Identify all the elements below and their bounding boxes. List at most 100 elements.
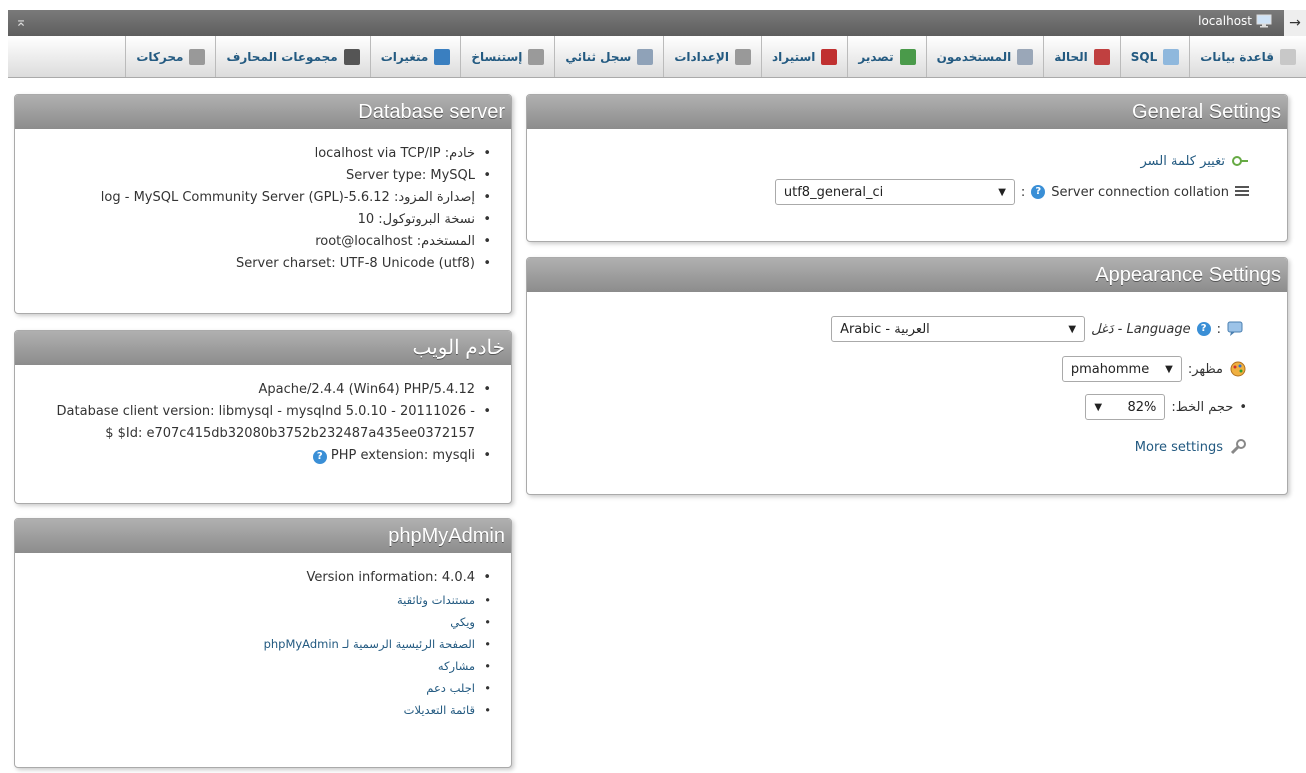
import-icon [821, 48, 838, 65]
tab-label: محركات [136, 49, 184, 64]
tab-label: متغيرات [380, 49, 429, 64]
theme-label: مظهر: [1187, 361, 1223, 377]
version-information: Version information: 4.0.4 [29, 567, 497, 589]
language-label: Language - دَغل [1091, 321, 1191, 337]
tab-database[interactable]: قاعدة بيانات [1189, 36, 1306, 77]
chevron-down-icon: ▼ [1068, 323, 1077, 335]
colon-separator: : [1216, 321, 1221, 337]
list-icon [1235, 186, 1249, 198]
colon-separator: : [1020, 184, 1026, 200]
language-select[interactable]: Arabic - العربية ▼ [831, 316, 1086, 342]
key-icon [1232, 156, 1248, 166]
top-bar: ⌅ localhost → [8, 10, 1306, 36]
monitor-icon [1256, 14, 1272, 28]
engines-icon [189, 48, 206, 65]
chevron-down-icon: ▼ [1094, 401, 1103, 413]
theme-row: مظهر: pmahomme ▼ [1061, 356, 1247, 382]
status-icon [1093, 48, 1110, 65]
chevron-down-icon: ▼ [1165, 363, 1173, 375]
tab-replication[interactable]: إستنساخ [460, 36, 554, 77]
contribute-link[interactable]: مشاركه [29, 655, 497, 677]
general-settings-panel: General Settings تغيير كلمة السر Server … [526, 94, 1288, 242]
database-server-list: خادم: localhost via TCP/IP Server type: … [15, 129, 511, 275]
collation-value: utf8_general_ci [783, 184, 884, 200]
help-icon[interactable]: ? [1031, 185, 1046, 199]
navigation-arrow-icon[interactable]: → [1284, 10, 1306, 36]
appearance-settings-title: Appearance Settings [527, 258, 1287, 292]
tab-label: الحالة [1054, 49, 1088, 64]
collapse-icon[interactable]: ⌅ [12, 13, 30, 31]
phpmyadmin-panel: phpMyAdmin Version information: 4.0.4 مس… [14, 518, 512, 768]
tab-engines[interactable]: محركات [125, 36, 215, 77]
web-server-panel: خادم الويب Apache/2.4.4 (Win64) PHP/5.4.… [14, 330, 512, 504]
language-icon [1227, 321, 1243, 336]
theme-select[interactable]: pmahomme ▼ [1061, 356, 1182, 382]
export-icon [899, 48, 916, 65]
tab-label: سجل ثنائي [565, 49, 632, 64]
tab-label: الإعدادات [674, 49, 729, 64]
server-version: إصدارة المزود: 5.6.12-log - MySQL Commun… [29, 187, 497, 209]
tab-label: إستنساخ [471, 49, 523, 64]
php-extension: PHP extension: mysqli ? [29, 445, 497, 467]
change-password-link[interactable]: تغيير كلمة السر [1141, 154, 1226, 169]
collation-row: Server connection collation ? : utf8_gen… [774, 179, 1249, 205]
support-link[interactable]: اجلب دعم [29, 677, 497, 699]
db-client-version: Database client version: libmysql - mysq… [29, 401, 497, 445]
homepage-link[interactable]: الصفحة الرئيسية الرسمية لـ phpMyAdmin [29, 633, 497, 655]
font-size-row: • حجم الخط: ▼ 82% [1085, 394, 1247, 420]
documentation-link[interactable]: مستندات وثائقية [29, 589, 497, 611]
server-user: المستخدم: root@localhost [29, 231, 497, 253]
tab-label: مجموعات المحارف [226, 49, 338, 64]
font-size-select[interactable]: ▼ 82% [1085, 394, 1166, 420]
tab-binlog[interactable]: سجل ثنائي [554, 36, 663, 77]
users-icon [1017, 48, 1034, 65]
charsets-icon [343, 48, 360, 65]
help-icon[interactable]: ? [1196, 322, 1211, 336]
phpmyadmin-list: Version information: 4.0.4 مستندات وثائق… [15, 553, 511, 721]
tab-import[interactable]: استيراد [760, 36, 847, 77]
server-breadcrumb[interactable]: localhost [1198, 14, 1272, 28]
help-icon[interactable]: ? [312, 450, 327, 464]
changelog-link[interactable]: قائمة التعديلات [29, 699, 497, 721]
server-host: خادم: localhost via TCP/IP [29, 143, 497, 165]
language-row: : ? Language - دَغل Arabic - العربية ▼ [831, 316, 1247, 342]
binlog-icon [637, 48, 654, 65]
tab-charsets[interactable]: مجموعات المحارف [215, 36, 369, 77]
change-password-row: تغيير كلمة السر [1141, 153, 1250, 169]
collation-label: Server connection collation [1051, 184, 1229, 200]
tab-settings[interactable]: الإعدادات [663, 36, 761, 77]
tab-label: تصدير [858, 49, 894, 64]
tab-users[interactable]: المستخدمون [925, 36, 1044, 77]
tab-export[interactable]: تصدير [847, 36, 925, 77]
wiki-link[interactable]: ويكي [29, 611, 497, 633]
web-server-version: Apache/2.4.4 (Win64) PHP/5.4.12 [29, 379, 497, 401]
sql-icon [1163, 48, 1180, 65]
general-settings-title: General Settings [527, 95, 1287, 129]
appearance-settings-panel: Appearance Settings : ? Language - دَغل … [526, 257, 1288, 495]
collation-select[interactable]: utf8_general_ci ▼ [774, 179, 1015, 205]
tab-label: المستخدمون [936, 49, 1012, 64]
server-charset: Server charset: UTF-8 Unicode (utf8) [29, 253, 497, 275]
settings-icon [734, 48, 751, 65]
tab-variables[interactable]: متغيرات [369, 36, 461, 77]
server-name[interactable]: localhost [1198, 14, 1252, 28]
variables-icon [434, 48, 451, 65]
php-extension-text: PHP extension: mysqli [330, 448, 475, 463]
replication-icon [528, 48, 545, 65]
server-type: Server type: MySQL [29, 165, 497, 187]
tab-sql[interactable]: SQL [1119, 36, 1190, 77]
bullet: • [1239, 399, 1247, 415]
database-icon [1280, 48, 1296, 65]
database-server-title: Database server [15, 95, 511, 129]
tab-label: استيراد [771, 49, 816, 64]
database-server-panel: Database server خادم: localhost via TCP/… [14, 94, 512, 314]
tab-label: قاعدة بيانات [1200, 49, 1274, 64]
main-menu: قاعدة بيانات SQL الحالة المستخدمون تصدير استي… [8, 36, 1306, 78]
theme-value: pmahomme [1070, 361, 1150, 377]
chevron-down-icon: ▼ [998, 186, 1006, 198]
tab-label: SQL [1130, 49, 1158, 64]
theme-icon [1230, 361, 1246, 377]
more-settings-link[interactable]: More settings [1135, 440, 1223, 455]
font-size-label: حجم الخط: [1171, 399, 1234, 415]
tab-status[interactable]: الحالة [1043, 36, 1120, 77]
